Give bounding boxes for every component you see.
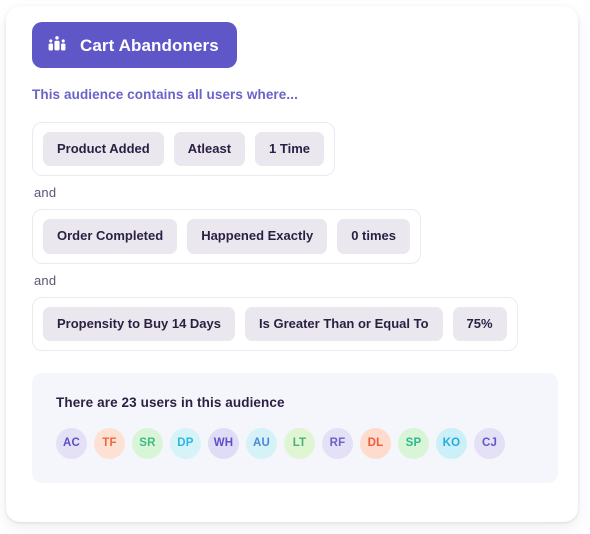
audience-results-panel: There are 23 users in this audience AC TF… (32, 372, 558, 483)
condition-row: Propensity to Buy 14 Days Is Greater Tha… (32, 296, 518, 351)
condition-row: Product Added Atleast 1 Time (32, 122, 335, 177)
avatar[interactable]: DP (170, 427, 201, 459)
avatar[interactable]: DL (360, 427, 391, 459)
condition-event-chip[interactable]: Product Added (43, 132, 164, 167)
condition-connector: and (34, 272, 57, 288)
avatar[interactable]: SR (132, 427, 163, 459)
condition-list: Product Added Atleast 1 Time and Order C… (32, 122, 558, 351)
condition-connector: and (34, 185, 57, 201)
condition-row: Order Completed Happened Exactly 0 times (32, 209, 421, 264)
users-group-icon (46, 34, 68, 56)
avatar[interactable]: LT (284, 427, 315, 459)
avatar[interactable]: AU (246, 427, 277, 459)
condition-operator-chip[interactable]: Atleast (173, 132, 246, 167)
audience-title-button[interactable]: Cart Abandoners (32, 22, 237, 68)
avatar[interactable]: RF (322, 427, 353, 459)
condition-operator-chip[interactable]: Happened Exactly (187, 219, 328, 254)
audience-avatar-list: AC TF SR DP WH AU LT RF DL SP KO CJ (56, 427, 534, 459)
avatar[interactable]: CJ (474, 427, 505, 459)
condition-operator-chip[interactable]: Is Greater Than or Equal To (245, 306, 443, 341)
condition-event-chip[interactable]: Propensity to Buy 14 Days (43, 306, 235, 341)
condition-event-chip[interactable]: Order Completed (43, 219, 178, 254)
audience-card: Cart Abandoners This audience contains a… (6, 6, 578, 522)
condition-value-chip[interactable]: 1 Time (255, 132, 324, 167)
avatar[interactable]: WH (208, 427, 239, 459)
audience-subtitle: This audience contains all users where..… (32, 87, 298, 102)
avatar[interactable]: KO (436, 427, 467, 459)
avatar[interactable]: SP (398, 427, 429, 459)
condition-value-chip[interactable]: 0 times (337, 219, 410, 254)
avatar[interactable]: AC (56, 427, 87, 459)
condition-value-chip[interactable]: 75% (452, 306, 507, 341)
audience-count-label: There are 23 users in this audience (56, 394, 285, 410)
avatar[interactable]: TF (94, 427, 125, 459)
audience-title-label: Cart Abandoners (80, 35, 219, 55)
